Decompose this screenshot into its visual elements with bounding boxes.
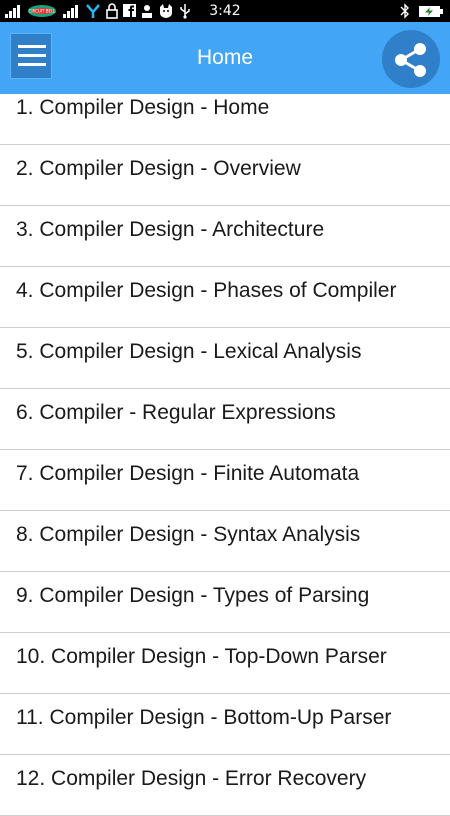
share-button[interactable] xyxy=(382,30,440,88)
list-item[interactable]: 5. Compiler Design - Lexical Analysis xyxy=(0,328,450,389)
list-item[interactable]: 3. Compiler Design - Architecture xyxy=(0,206,450,267)
list-item-label: 1. Compiler Design - Home xyxy=(16,96,270,119)
list-item-label: 3. Compiler Design - Architecture xyxy=(16,218,325,241)
list-item[interactable]: 8. Compiler Design - Syntax Analysis xyxy=(0,511,450,572)
list-item[interactable]: 1. Compiler Design - Home xyxy=(0,84,450,145)
status-time: 3:42 xyxy=(209,3,241,19)
list-item-label: 4. Compiler Design - Phases of Compiler xyxy=(16,279,397,302)
list-item-label: 2. Compiler Design - Overview xyxy=(16,157,301,180)
list-item-label: 11. Compiler Design - Bottom-Up Parser xyxy=(16,706,392,729)
list-item[interactable]: 6. Compiler - Regular Expressions xyxy=(0,389,450,450)
list-item[interactable]: 10. Compiler Design - Top-Down Parser xyxy=(0,633,450,694)
list-item-label: 5. Compiler Design - Lexical Analysis xyxy=(16,340,362,363)
list-item-label: 6. Compiler - Regular Expressions xyxy=(16,401,336,424)
list-item-label: 10. Compiler Design - Top-Down Parser xyxy=(16,645,387,668)
list-item[interactable]: 2. Compiler Design - Overview xyxy=(0,145,450,206)
list-item[interactable]: 4. Compiler Design - Phases of Compiler xyxy=(0,267,450,328)
list-item-label: 8. Compiler Design - Syntax Analysis xyxy=(16,523,361,546)
list-item[interactable]: 7. Compiler Design - Finite Automata xyxy=(0,450,450,511)
list-item-label: 9. Compiler Design - Types of Parsing xyxy=(16,584,370,607)
list-item[interactable]: 11. Compiler Design - Bottom-Up Parser xyxy=(0,694,450,755)
topic-list: 1. Compiler Design - Home 2. Compiler Des… xyxy=(0,84,450,816)
list-item[interactable]: 12. Compiler Design - Error Recovery xyxy=(0,755,450,816)
share-icon xyxy=(395,43,426,77)
list-item-label: 12. Compiler Design - Error Recovery xyxy=(16,767,367,790)
status-icons-right xyxy=(400,3,444,19)
list-item[interactable]: 9. Compiler Design - Types of Parsing xyxy=(0,572,450,633)
status-bar: CIRCUIT BELL 3:42 xyxy=(0,0,450,22)
battery-charging-icon xyxy=(419,6,443,17)
bluetooth-icon xyxy=(400,3,409,19)
list-item-label: 7. Compiler Design - Finite Automata xyxy=(16,462,360,485)
